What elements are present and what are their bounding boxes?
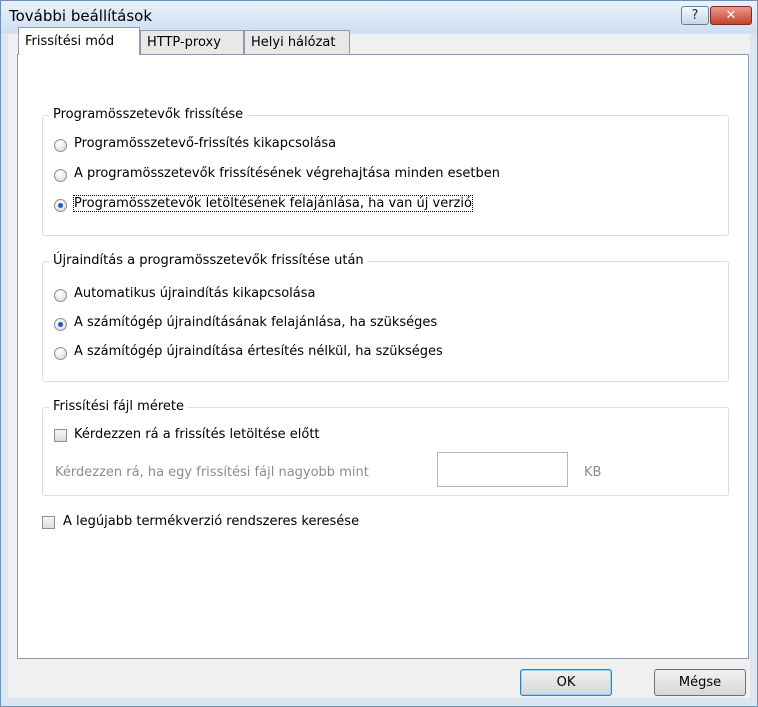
help-button[interactable]: ? [681, 6, 709, 25]
window-title: További beállítások [9, 7, 153, 25]
cancel-button-label: Mégse [678, 675, 722, 690]
tab-http-proxy[interactable]: HTTP-proxy [140, 30, 244, 54]
radio-offer-restart[interactable] [54, 318, 67, 331]
help-icon: ? [691, 8, 699, 23]
restart-legend: Újraindítás a programösszetevők frissíté… [49, 253, 368, 268]
radio-disable-auto-restart-label[interactable]: Automatikus újraindítás kikapcsolása [74, 286, 316, 301]
tab-local-network-label: Helyi hálózat [251, 35, 336, 50]
ask-before-download-checkbox[interactable] [54, 429, 67, 442]
file-size-group [42, 407, 729, 496]
size-unit-label: KB [584, 465, 602, 480]
tab-update-mode[interactable]: Frissítési mód [18, 27, 140, 55]
radio-disable-component-update-label[interactable]: Programösszetevő-frissítés kikapcsolása [74, 136, 336, 151]
ok-button[interactable]: OK [520, 669, 612, 696]
tab-http-proxy-label: HTTP-proxy [147, 35, 221, 50]
radio-offer-restart-label[interactable]: A számítógép újraindításának felajánlása… [74, 315, 437, 330]
radio-offer-component-download[interactable] [54, 199, 67, 212]
radio-always-update-components[interactable] [54, 169, 67, 182]
radio-restart-without-notice[interactable] [54, 347, 67, 360]
ask-before-download-label[interactable]: Kérdezzen rá a frissítés letöltése előtt [74, 427, 320, 442]
tab-local-network[interactable]: Helyi hálózat [244, 30, 350, 54]
tab-update-mode-label: Frissítési mód [25, 34, 115, 49]
file-size-legend: Frissítési fájl mérete [49, 399, 188, 414]
radio-disable-component-update[interactable] [54, 139, 67, 152]
radio-offer-component-download-label[interactable]: Programösszetevők letöltésének felajánlá… [73, 195, 473, 212]
radio-always-update-components-label[interactable]: A programösszetevők frissítésének végreh… [74, 166, 500, 181]
size-threshold-input[interactable] [437, 452, 568, 487]
tab-panel: Programösszetevők frissítése Programössz… [17, 54, 749, 659]
radio-disable-auto-restart[interactable] [54, 289, 67, 302]
radio-restart-without-notice-label[interactable]: A számítógép újraindítása értesítés nélk… [74, 344, 443, 359]
close-button[interactable]: ✕ [710, 6, 752, 25]
size-threshold-label: Kérdezzen rá, ha egy frissítési fájl nag… [55, 465, 369, 480]
check-latest-version-label[interactable]: A legújabb termékverzió rendszeres keres… [63, 514, 359, 529]
program-update-legend: Programösszetevők frissítése [49, 107, 248, 122]
ok-button-label: OK [556, 675, 576, 690]
cancel-button[interactable]: Mégse [654, 669, 746, 696]
close-icon: ✕ [725, 8, 737, 23]
check-latest-version-checkbox[interactable] [42, 516, 55, 529]
